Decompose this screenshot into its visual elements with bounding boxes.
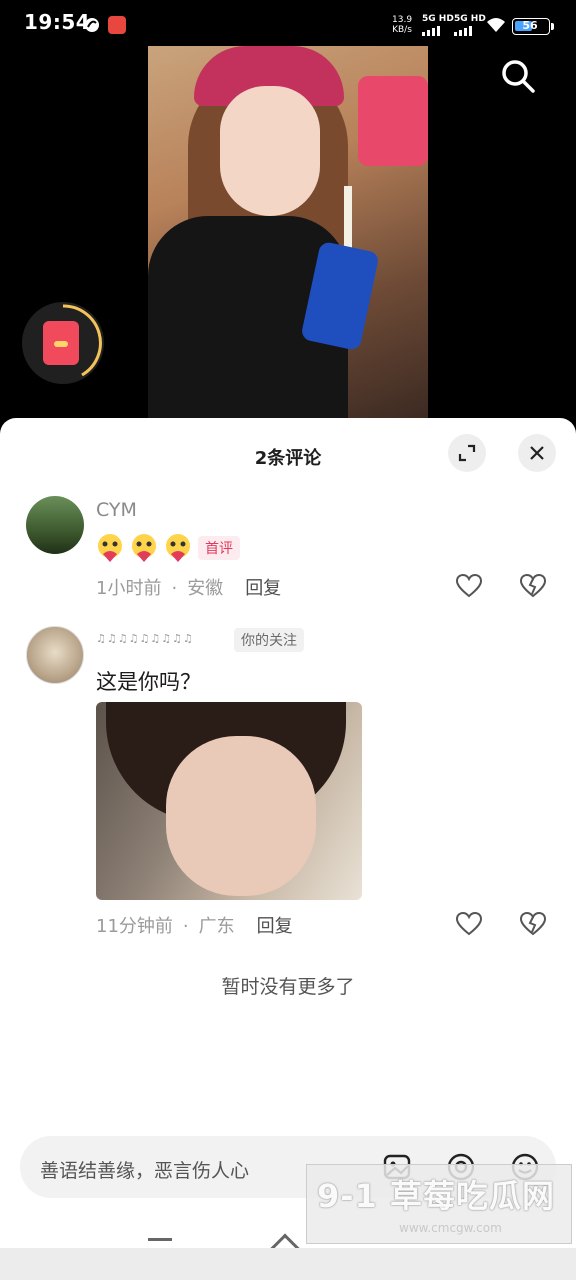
- battery-cap: [551, 23, 554, 30]
- heart-face-emoji: [132, 534, 156, 562]
- comment-meta: 11分钟前 · 广东 回复: [96, 912, 293, 938]
- search-icon[interactable]: [498, 56, 538, 96]
- reply-button[interactable]: 回复: [257, 916, 293, 937]
- comment-meta: 1小时前 · 安徽 回复: [96, 574, 281, 600]
- video-player[interactable]: [0, 46, 576, 426]
- comment-time: 1小时前: [96, 578, 162, 599]
- comment-input-placeholder: 善语结善缘，恶言伤人心: [40, 1160, 250, 1182]
- avatar[interactable]: [26, 496, 84, 554]
- expand-icon: [458, 444, 476, 462]
- expand-button[interactable]: [448, 434, 486, 472]
- bottom-strip: [0, 1248, 576, 1280]
- app-notification-icon: [85, 18, 99, 32]
- status-time: 19:54: [24, 10, 91, 34]
- image-face: [166, 736, 316, 896]
- red-packet-widget[interactable]: [22, 302, 104, 384]
- comment-text: 这是你吗？: [96, 670, 201, 694]
- video-frame[interactable]: [148, 46, 428, 418]
- watermark: 9-1 草莓吃瓜网 www.cmcgw.com: [306, 1164, 572, 1244]
- avatar[interactable]: [26, 626, 84, 684]
- comment-location: 广东: [198, 916, 235, 937]
- background-chair: [358, 76, 428, 166]
- comment-item: CYM 首评 1小时前 · 安徽 回复: [0, 496, 576, 606]
- app-redbook-icon: [108, 16, 126, 34]
- sim2-label: 5G HD: [454, 14, 486, 24]
- heart-face-emoji: [98, 534, 122, 562]
- comment-username[interactable]: CYM: [96, 499, 137, 521]
- watermark-main: 9-1 草莓吃瓜网: [317, 1177, 555, 1215]
- comment-item: ♫♫♫♫♫♫♫♫♫ 你的关注 这是你吗？ 11分钟前 · 广东 回复: [0, 626, 576, 946]
- like-icon[interactable]: [455, 572, 483, 600]
- comments-title: 2条评论: [254, 448, 322, 469]
- net-speed-value: 13.9: [392, 15, 413, 25]
- like-icon[interactable]: [455, 910, 483, 938]
- watermark-sub: www.cmcgw.com: [399, 1221, 502, 1235]
- heart-face-emoji: [166, 534, 190, 562]
- comments-sheet: 2条评论 CYM 首评 1小时前 · 安徽 回复 ♫♫♫♫♫♫♫♫♫ 你的关注 …: [0, 418, 576, 1280]
- close-button[interactable]: [518, 434, 556, 472]
- reply-button[interactable]: 回复: [245, 578, 281, 599]
- no-more-comments: 暂时没有更多了: [221, 976, 355, 998]
- battery-level: 56: [522, 19, 538, 32]
- dislike-icon[interactable]: [519, 572, 547, 600]
- net-speed: 13.9 KB/s: [392, 15, 412, 35]
- comment-location: 安徽: [187, 578, 224, 599]
- signal-icon: [422, 26, 454, 36]
- signal-icon: [454, 26, 486, 36]
- person-face: [220, 86, 320, 216]
- first-comment-badge: 首评: [198, 536, 240, 560]
- wifi-icon: [487, 18, 505, 32]
- following-badge: 你的关注: [234, 628, 304, 652]
- meta-dot: ·: [171, 578, 178, 599]
- comment-time: 11分钟前: [96, 916, 173, 937]
- status-bar: 19:54 13.9 KB/s 5G HD 5G HD 56: [0, 0, 576, 46]
- red-packet-icon: [43, 321, 79, 365]
- comment-image[interactable]: [96, 702, 362, 900]
- sim2-signal: 5G HD: [454, 14, 486, 36]
- comment-username[interactable]: ♫♫♫♫♫♫♫♫♫: [96, 632, 194, 645]
- comment-emojis: [94, 532, 194, 564]
- dislike-icon[interactable]: [519, 910, 547, 938]
- net-speed-unit: KB/s: [392, 25, 412, 35]
- sim1-label: 5G HD: [422, 14, 454, 24]
- battery-icon: 56: [512, 18, 554, 35]
- meta-dot: ·: [182, 916, 189, 937]
- sim1-signal: 5G HD: [422, 14, 454, 36]
- close-icon: [530, 446, 544, 460]
